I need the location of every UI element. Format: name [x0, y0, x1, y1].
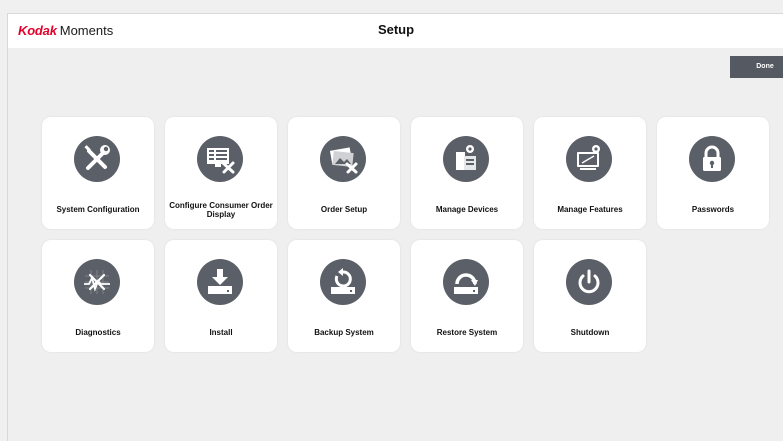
tile-manage-features[interactable]: Manage Features	[534, 117, 646, 229]
tile-label: Install	[209, 328, 233, 337]
tile-label: Manage Features	[557, 205, 623, 214]
wrench-screwdriver-icon	[74, 136, 120, 182]
restore-icon	[443, 259, 489, 305]
tile-backup-system[interactable]: Backup System	[288, 240, 400, 352]
tile-install[interactable]: Install	[165, 240, 277, 352]
backup-icon	[320, 259, 366, 305]
tile-system-configuration[interactable]: System Configuration	[42, 117, 154, 229]
display-config-icon	[197, 136, 243, 182]
tile-label: Order Setup	[320, 205, 368, 214]
tile-order-setup[interactable]: Order Setup	[288, 117, 400, 229]
power-icon	[566, 259, 612, 305]
tile-label: Manage Devices	[435, 205, 499, 214]
done-button[interactable]: Done	[730, 56, 783, 78]
tile-label: Backup System	[314, 328, 374, 337]
install-download-icon	[197, 259, 243, 305]
top-bar: Kodak Moments Setup	[8, 14, 783, 48]
page-title: Setup	[377, 22, 415, 37]
monitor-gear-icon	[566, 136, 612, 182]
tile-label: Configure Consumer Order Display	[169, 201, 273, 219]
app-window: Kodak Moments Setup Done System Configura…	[7, 13, 783, 441]
devices-gear-icon	[443, 136, 489, 182]
diagnostics-icon	[74, 259, 120, 305]
tile-label: Restore System	[436, 328, 498, 337]
photos-tools-icon	[320, 136, 366, 182]
tile-diagnostics[interactable]: Diagnostics	[42, 240, 154, 352]
tile-label: System Configuration	[56, 205, 140, 214]
tile-shutdown[interactable]: Shutdown	[534, 240, 646, 352]
tile-label: Passwords	[691, 205, 735, 214]
tile-passwords[interactable]: Passwords	[657, 117, 769, 229]
lock-icon	[689, 136, 735, 182]
tile-configure-consumer-order-display[interactable]: Configure Consumer Order Display	[165, 117, 277, 229]
tile-label: Diagnostics	[75, 328, 121, 337]
tile-manage-devices[interactable]: Manage Devices	[411, 117, 523, 229]
tile-restore-system[interactable]: Restore System	[411, 240, 523, 352]
tile-label: Shutdown	[570, 328, 610, 337]
